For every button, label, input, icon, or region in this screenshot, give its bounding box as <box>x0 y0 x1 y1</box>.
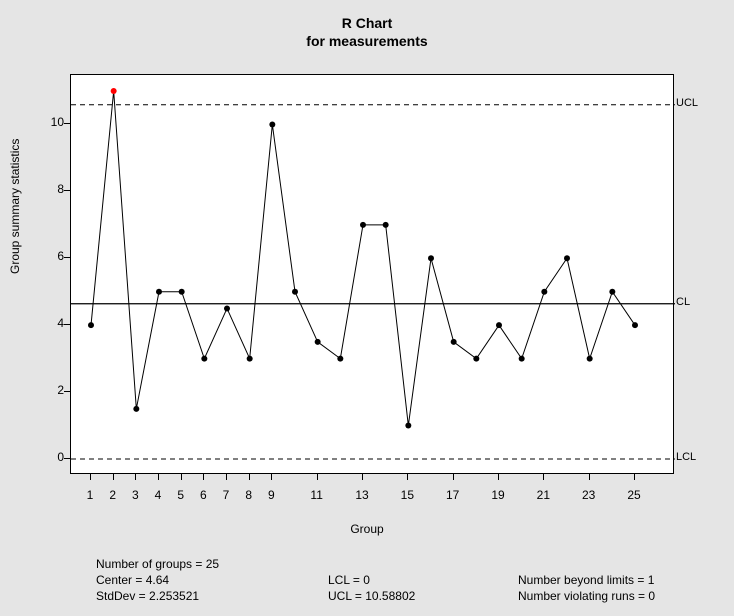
x-tick-label: 17 <box>441 488 465 502</box>
y-tick-label: 2 <box>34 383 64 397</box>
y-tick-label: 4 <box>34 316 64 330</box>
x-tick-label: 5 <box>169 488 193 502</box>
chart-title: R Chart <box>0 14 734 32</box>
stat-center: Center = 4.64 <box>96 572 328 588</box>
x-tick-label: 21 <box>531 488 555 502</box>
ucl-label: UCL <box>676 97 698 109</box>
stat-beyond: Number beyond limits = 1 <box>518 572 734 588</box>
stat-num-groups: Number of groups = 25 <box>96 556 328 572</box>
chart-svg <box>71 75 673 473</box>
x-tick-label: 25 <box>622 488 646 502</box>
x-tick-label: 4 <box>146 488 170 502</box>
chart-subtitle: for measurements <box>0 32 734 50</box>
x-tick-label: 2 <box>101 488 125 502</box>
x-tick-label: 19 <box>486 488 510 502</box>
x-tick-label: 9 <box>259 488 283 502</box>
x-tick-label: 7 <box>214 488 238 502</box>
y-tick-label: 6 <box>34 249 64 263</box>
x-tick-label: 3 <box>123 488 147 502</box>
y-axis-label: Group summary statistics <box>8 139 22 274</box>
x-tick-label: 11 <box>305 488 329 502</box>
lcl-label: LCL <box>676 451 696 463</box>
stat-ucl: UCL = 10.58802 <box>328 588 518 604</box>
y-tick-label: 10 <box>34 115 64 129</box>
y-tick-label: 0 <box>34 450 64 464</box>
stat-stddev: StdDev = 2.253521 <box>96 588 328 604</box>
cl-label: CL <box>676 296 690 308</box>
x-axis-label: Group <box>0 522 734 536</box>
stats-block: Number of groups = 25 Center = 4.64 LCL … <box>96 556 734 605</box>
x-tick-label: 15 <box>395 488 419 502</box>
x-tick-label: 6 <box>191 488 215 502</box>
x-tick-label: 1 <box>78 488 102 502</box>
y-tick-label: 8 <box>34 182 64 196</box>
stat-violating: Number violating runs = 0 <box>518 588 734 604</box>
stat-lcl: LCL = 0 <box>328 572 518 588</box>
plot-area <box>70 74 674 474</box>
chart-title-block: R Chart for measurements <box>0 0 734 50</box>
x-tick-label: 23 <box>577 488 601 502</box>
x-tick-label: 13 <box>350 488 374 502</box>
x-tick-label: 8 <box>237 488 261 502</box>
